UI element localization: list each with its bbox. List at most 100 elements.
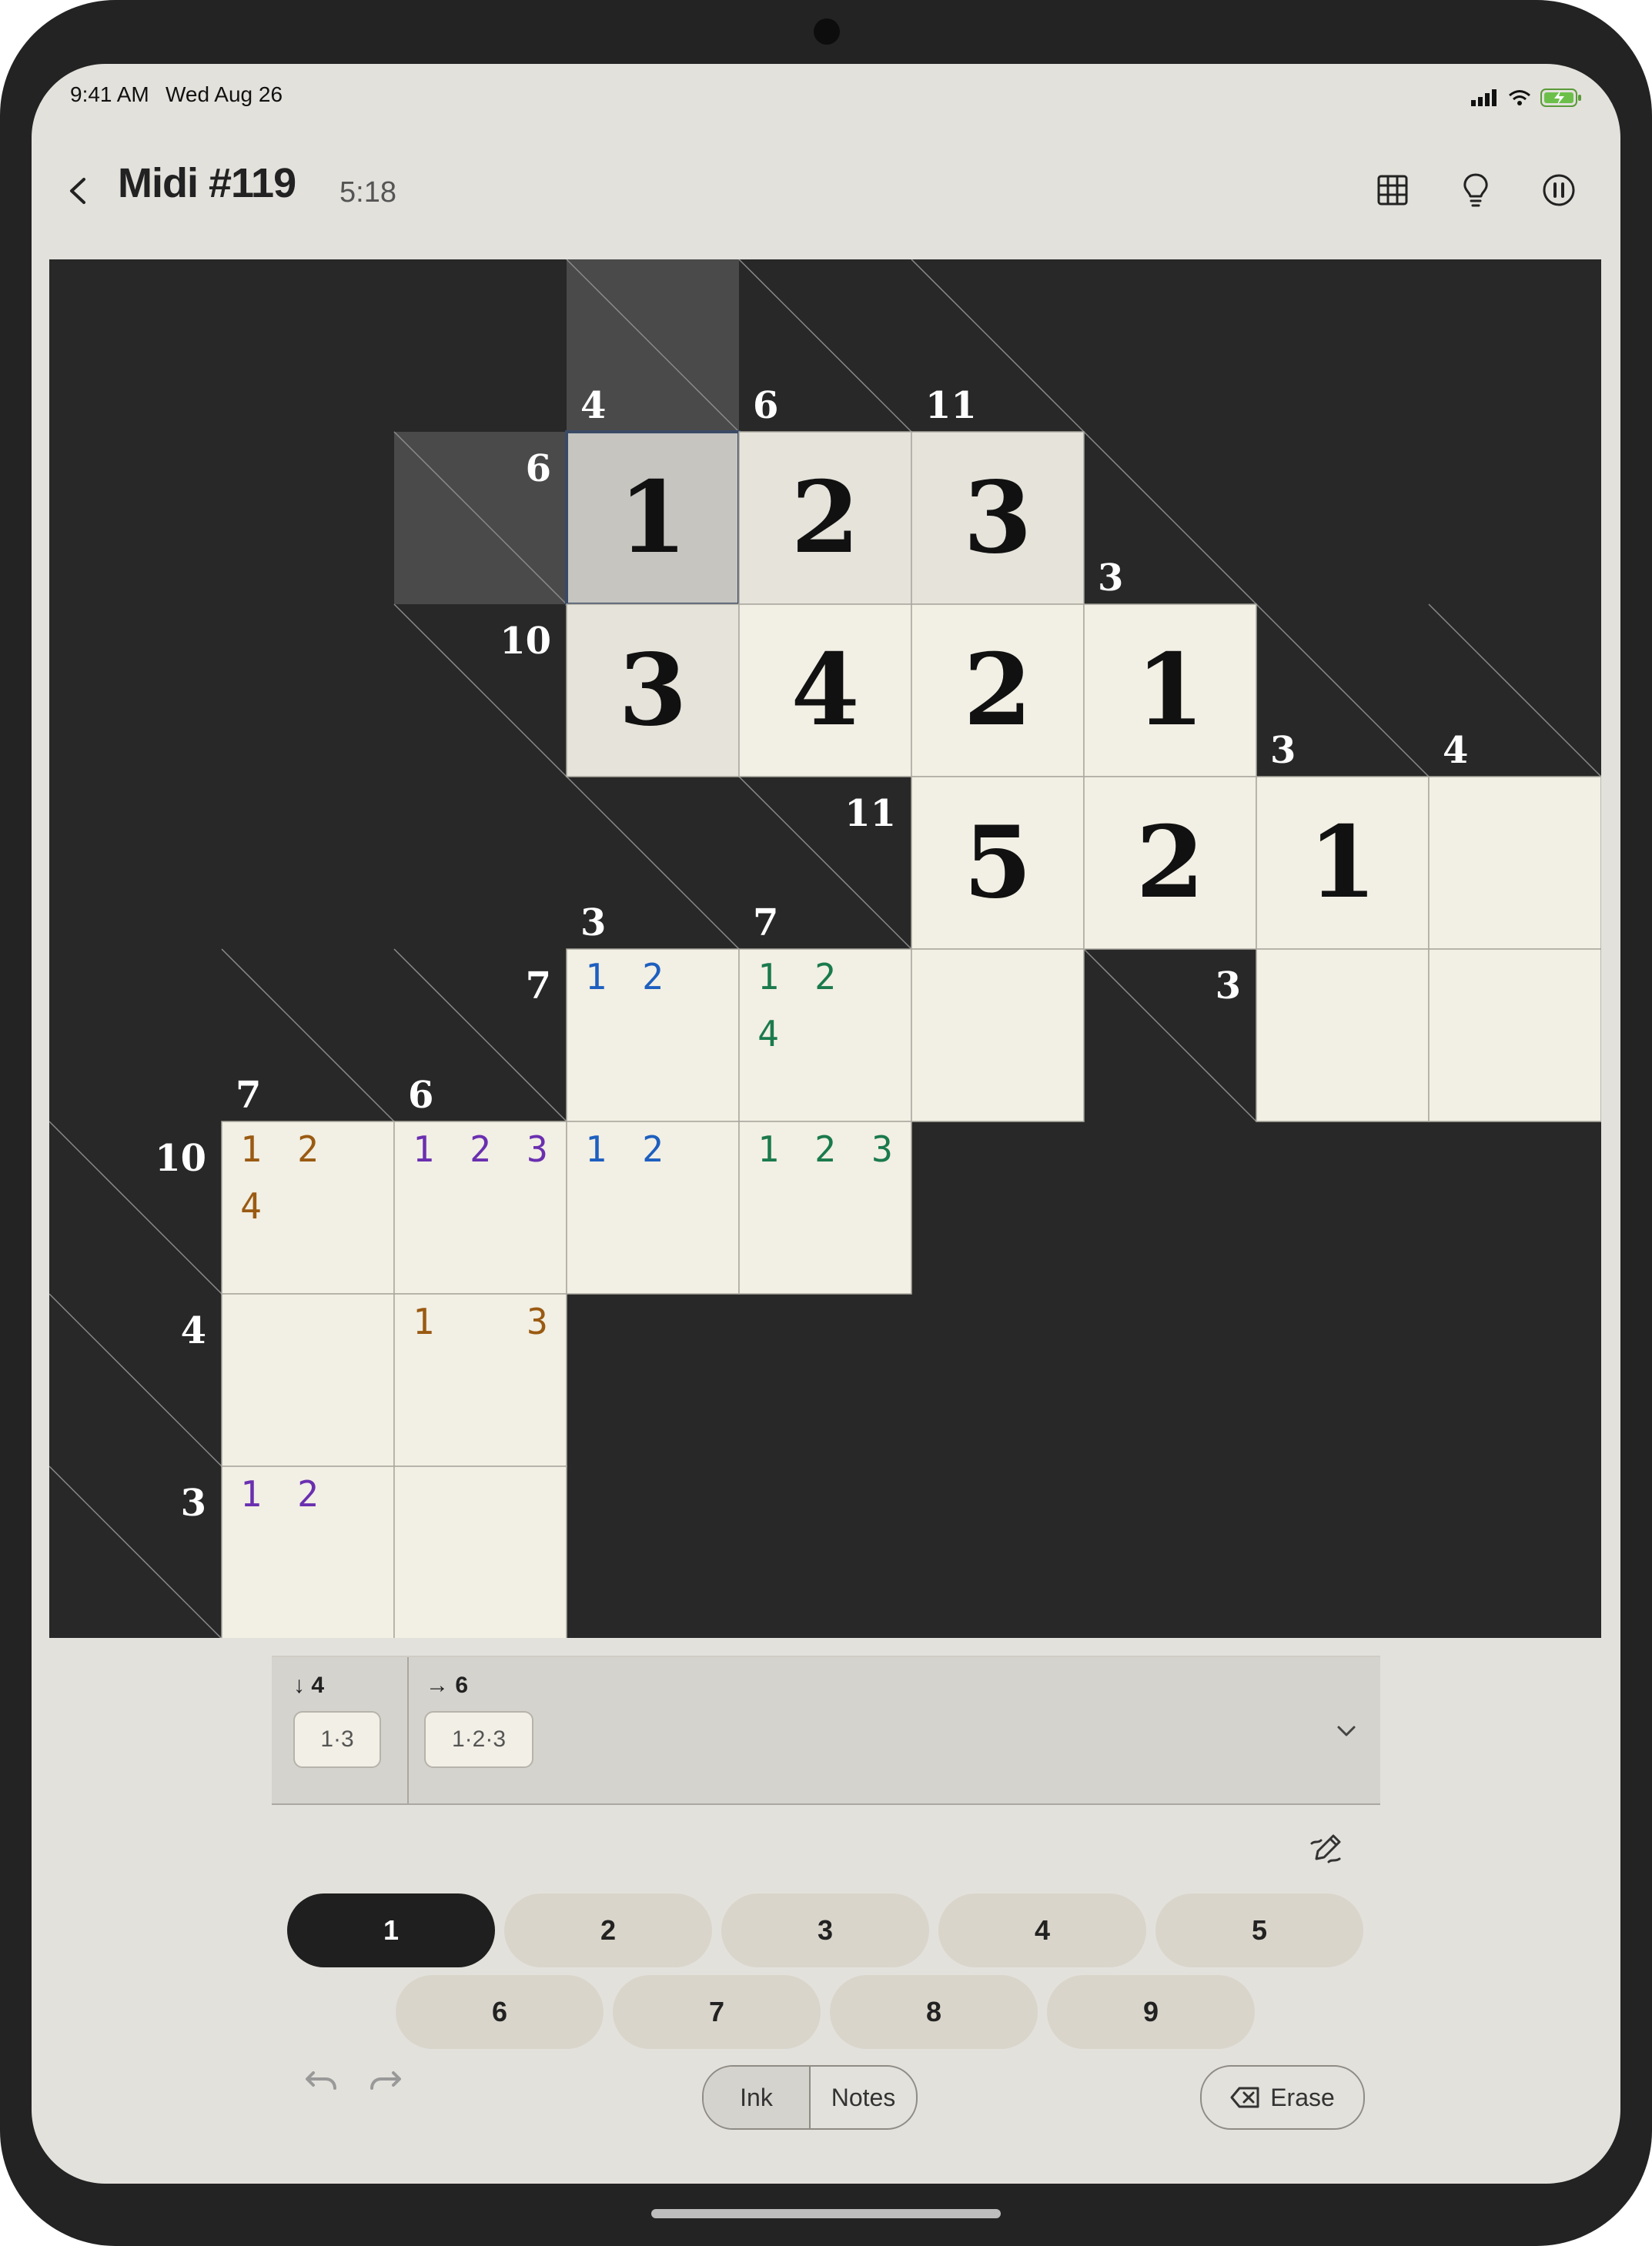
board-cell[interactable] xyxy=(221,1293,395,1467)
highlighted-cell[interactable]: 3 xyxy=(911,431,1085,605)
chevron-down-icon[interactable] xyxy=(1331,1716,1362,1746)
redo-icon[interactable] xyxy=(366,2065,409,2104)
home-indicator[interactable] xyxy=(651,2209,1001,2218)
across-clue-number[interactable]: 10 xyxy=(500,620,551,663)
down-clue-number[interactable]: 6 xyxy=(408,1074,433,1117)
number-key-2[interactable]: 2 xyxy=(504,1893,712,1967)
kakuro-board: 4 6 11 6 3 10 3 4 3 7 11 7 6 7 3 10 4 3 1 2 3 3 4 2 1 5 2 1 1 2 1 2 4 1 2 4… xyxy=(49,259,1601,1638)
clue-combinations-bar: ↓ 4 1·3 → 6 1·2·3 xyxy=(272,1656,1380,1805)
board-cell[interactable] xyxy=(911,948,1085,1122)
cell-value: 5 xyxy=(963,805,1032,921)
kakuro-grid: 4 6 1163103 43 7117 67 310431 2 33 4 2 15 2 11 2 1 241 24… xyxy=(49,259,1601,1638)
board-cell[interactable] xyxy=(1428,948,1601,1122)
cell-note: 2 xyxy=(814,956,836,998)
down-clue-number[interactable]: 3 xyxy=(1098,556,1123,600)
ink-mode-button[interactable]: Ink xyxy=(704,2067,811,2128)
board-cell[interactable]: 12 xyxy=(566,1121,740,1295)
number-key-5[interactable]: 5 xyxy=(1155,1893,1363,1967)
across-clue-label: → 6 xyxy=(426,1673,469,1698)
auto-notes-pencil-icon[interactable] xyxy=(1306,1827,1349,1870)
down-clue-number[interactable]: 4 xyxy=(1443,729,1468,772)
across-clue-number[interactable]: 11 xyxy=(844,792,896,835)
down-clue-number[interactable]: 7 xyxy=(753,901,778,944)
down-clue-number[interactable]: 4 xyxy=(580,384,606,427)
grid-icon[interactable] xyxy=(1371,169,1414,212)
wifi-icon xyxy=(1509,90,1530,105)
selected-cell[interactable]: 1 xyxy=(565,430,741,606)
across-clue-number[interactable]: 10 xyxy=(155,1137,206,1180)
down-clue-number[interactable]: 3 xyxy=(580,901,606,944)
cell-value: 1 xyxy=(1308,805,1376,921)
cell-note: 1 xyxy=(240,1128,262,1170)
number-key-4[interactable]: 4 xyxy=(938,1893,1146,1967)
front-camera xyxy=(814,18,840,45)
battery-charging-icon xyxy=(1540,89,1581,107)
cell-note: 3 xyxy=(527,1128,548,1170)
number-key-8[interactable]: 8 xyxy=(830,1975,1038,2049)
lightbulb-icon[interactable] xyxy=(1454,169,1497,212)
board-cell[interactable]: 12 xyxy=(221,1466,395,1638)
erase-button[interactable]: Erase xyxy=(1200,2065,1365,2130)
cell-note: 2 xyxy=(297,1473,319,1515)
entry-mode-toggle: Ink Notes xyxy=(702,2065,918,2130)
across-clue-number[interactable]: 3 xyxy=(1216,964,1241,1008)
cell-note: 1 xyxy=(413,1301,434,1342)
down-combo-chip[interactable]: 1·3 xyxy=(293,1711,381,1768)
across-combo-chip[interactable]: 1·2·3 xyxy=(424,1711,533,1768)
status-bar: 9:41 AM Wed Aug 26 xyxy=(70,73,1582,119)
cell-square xyxy=(911,948,1085,1122)
board-cell[interactable]: 5 xyxy=(911,776,1085,950)
puzzle-title: Midi #119 xyxy=(118,160,296,206)
cell-value: 3 xyxy=(618,633,687,748)
down-clue-number[interactable]: 7 xyxy=(236,1074,261,1117)
pause-icon[interactable] xyxy=(1537,169,1580,212)
notes-mode-button[interactable]: Notes xyxy=(811,2067,916,2128)
board-cell[interactable]: 2 xyxy=(1083,776,1257,950)
number-key-1[interactable]: 1 xyxy=(287,1893,495,1967)
cell-value: 2 xyxy=(791,460,859,576)
across-clue-number[interactable]: 4 xyxy=(181,1309,206,1352)
cell-value: 3 xyxy=(963,460,1032,576)
across-clue-number[interactable]: 7 xyxy=(526,964,551,1008)
cell-note: 1 xyxy=(413,1128,434,1170)
board-cell[interactable]: 12 xyxy=(566,948,740,1122)
number-key-9[interactable]: 9 xyxy=(1047,1975,1255,2049)
down-clue-number[interactable]: 11 xyxy=(925,384,977,427)
across-clue-number[interactable]: 3 xyxy=(181,1482,206,1525)
board-cell[interactable]: 4 xyxy=(738,603,912,777)
highlighted-cell[interactable]: 3 xyxy=(566,603,740,777)
chevron-left-icon[interactable] xyxy=(61,173,96,209)
undo-icon[interactable] xyxy=(298,2065,341,2104)
board-cell[interactable]: 1 24 xyxy=(738,948,912,1122)
number-key-6[interactable]: 6 xyxy=(396,1975,604,2049)
cell-note: 2 xyxy=(297,1128,319,1170)
down-clue-number[interactable]: 6 xyxy=(753,384,778,427)
board-cell[interactable]: 123 xyxy=(738,1121,912,1295)
across-clue-number[interactable]: 6 xyxy=(526,447,551,490)
board-cell[interactable] xyxy=(1256,948,1430,1122)
cell-note: 4 xyxy=(240,1185,262,1227)
down-clue-label: ↓ 4 xyxy=(293,1673,325,1698)
board-cell[interactable]: 123 xyxy=(393,1121,567,1295)
status-time: 9:41 AM xyxy=(70,82,149,106)
status-date: Wed Aug 26 xyxy=(166,82,283,106)
cell-value: 2 xyxy=(1135,805,1204,921)
number-key-7[interactable]: 7 xyxy=(613,1975,821,2049)
app-screen: 9:41 AM Wed Aug 26 Midi #119 5:18 4 6 11 6 3… xyxy=(32,64,1620,2184)
signal-icon xyxy=(1471,89,1496,106)
board-cell[interactable]: 13 xyxy=(393,1293,567,1467)
cell-note: 1 xyxy=(585,956,607,998)
board-cell[interactable]: 2 xyxy=(911,603,1085,777)
board-cell[interactable]: 1 xyxy=(1083,603,1257,777)
board-cell[interactable] xyxy=(1428,776,1601,950)
board-cell[interactable]: 1 xyxy=(1256,776,1430,950)
highlighted-cell[interactable]: 2 xyxy=(738,431,912,605)
down-clue-number[interactable]: 3 xyxy=(1270,729,1296,772)
cell-note: 3 xyxy=(527,1301,548,1342)
cell-value: 1 xyxy=(618,460,687,576)
number-key-3[interactable]: 3 xyxy=(721,1893,929,1967)
cell-square xyxy=(1256,948,1430,1122)
board-cell[interactable] xyxy=(393,1466,567,1638)
board-cell[interactable]: 1 24 xyxy=(221,1121,395,1295)
cell-note: 1 xyxy=(585,1128,607,1170)
